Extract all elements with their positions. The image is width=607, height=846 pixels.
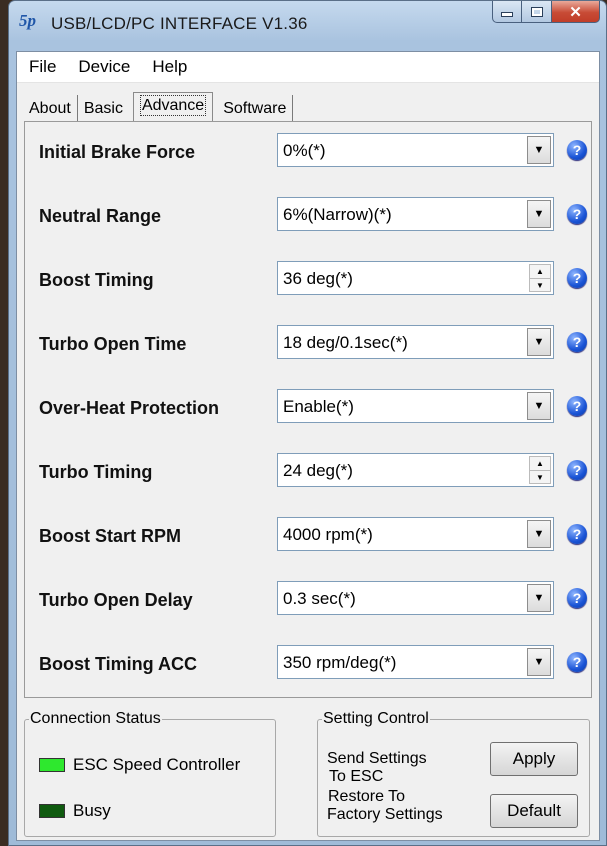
chevron-down-icon[interactable]: ▼ <box>527 584 551 612</box>
setting-row-boost-start-rpm: Boost Start RPM 4000 rpm(*) ▼ ? <box>25 515 591 555</box>
help-icon[interactable]: ? <box>567 524 587 544</box>
turbo-timing-spinner[interactable]: 24 deg(*) ▲ ▼ <box>277 453 554 487</box>
help-icon[interactable]: ? <box>567 268 587 288</box>
help-icon[interactable]: ? <box>567 332 587 352</box>
initial-brake-force-dropdown[interactable]: 0%(*) ▼ <box>277 133 554 167</box>
tab-software[interactable]: Software <box>217 95 294 122</box>
help-icon[interactable]: ? <box>567 204 587 224</box>
minimize-icon <box>501 12 513 17</box>
setting-row-turbo-open-time: Turbo Open Time 18 deg/0.1sec(*) ▼ ? <box>25 323 591 363</box>
dropdown-value: 18 deg/0.1sec(*) <box>283 333 408 352</box>
client-area: File Device Help About Basic Advance Sof… <box>16 51 600 841</box>
maximize-icon <box>530 6 543 17</box>
help-icon[interactable]: ? <box>567 652 587 672</box>
over-heat-protection-dropdown[interactable]: Enable(*) ▼ <box>277 389 554 423</box>
setting-label: Turbo Timing <box>39 462 153 482</box>
dropdown-value: 4000 rpm(*) <box>283 525 373 544</box>
dropdown-value: 0%(*) <box>283 141 326 160</box>
close-icon: ✕ <box>569 3 582 21</box>
default-button[interactable]: Default <box>490 794 578 828</box>
busy-status-label: Busy <box>73 801 111 820</box>
caption-buttons: ✕ <box>492 1 600 23</box>
tab-basic[interactable]: Basic <box>78 95 129 122</box>
spin-up-icon[interactable]: ▲ <box>530 265 550 278</box>
help-icon[interactable]: ? <box>567 140 587 160</box>
setting-row-over-heat-protection: Over-Heat Protection Enable(*) ▼ ? <box>25 387 591 427</box>
spin-up-icon[interactable]: ▲ <box>530 457 550 470</box>
tab-advance-label: Advance <box>139 95 207 116</box>
send-settings-line1: Send Settings <box>327 750 427 767</box>
dropdown-value: 0.3 sec(*) <box>283 589 356 608</box>
chevron-down-icon[interactable]: ▼ <box>527 328 551 356</box>
neutral-range-dropdown[interactable]: 6%(Narrow)(*) ▼ <box>277 197 554 231</box>
setting-row-boost-timing: Boost Timing 36 deg(*) ▲ ▼ ? <box>25 259 591 299</box>
restore-line2: Factory Settings <box>327 806 443 823</box>
menu-device[interactable]: Device <box>66 57 140 77</box>
dropdown-value: 350 rpm/deg(*) <box>283 653 397 672</box>
setting-label: Boost Timing <box>39 270 154 290</box>
restore-factory-text: Restore To Factory Settings <box>327 788 443 824</box>
apply-button[interactable]: Apply <box>490 742 578 776</box>
esc-status-led <box>39 758 65 772</box>
spinner-value: 36 deg(*) <box>283 269 353 288</box>
setting-control-group: Setting Control Send Settings To ESC Res… <box>317 710 590 837</box>
chevron-down-icon[interactable]: ▼ <box>527 200 551 228</box>
send-settings-line2: To ESC <box>329 768 384 785</box>
setting-label: Initial Brake Force <box>39 142 196 162</box>
setting-row-boost-timing-acc: Boost Timing ACC 350 rpm/deg(*) ▼ ? <box>25 643 591 683</box>
setting-label: Turbo Open Time <box>39 334 187 354</box>
turbo-open-delay-dropdown[interactable]: 0.3 sec(*) ▼ <box>277 581 554 615</box>
chevron-down-icon[interactable]: ▼ <box>527 392 551 420</box>
setting-label: Boost Start RPM <box>39 526 182 546</box>
setting-row-turbo-timing: Turbo Timing 24 deg(*) ▲ ▼ ? <box>25 451 591 491</box>
tab-strip: About Basic Advance Software <box>23 88 294 123</box>
app-logo-icon: 5p <box>19 11 36 30</box>
window-title: USB/LCD/PC INTERFACE V1.36 <box>51 14 308 33</box>
close-button[interactable]: ✕ <box>552 1 600 23</box>
group-title: Setting Control <box>323 710 429 727</box>
setting-row-initial-brake-force: Initial Brake Force 0%(*) ▼ ? <box>25 131 591 171</box>
connection-status-group: Connection Status ESC Speed Controller B… <box>24 710 276 837</box>
spin-down-icon[interactable]: ▼ <box>530 470 550 484</box>
boost-timing-spinner[interactable]: 36 deg(*) ▲ ▼ <box>277 261 554 295</box>
send-settings-text: Send Settings To ESC <box>327 750 427 786</box>
busy-status-led <box>39 804 65 818</box>
spin-down-icon[interactable]: ▼ <box>530 278 550 292</box>
help-icon[interactable]: ? <box>567 460 587 480</box>
setting-label: Over-Heat Protection <box>39 398 220 418</box>
restore-line1: Restore To <box>328 788 406 805</box>
app-window: 5p USB/LCD/PC INTERFACE V1.36 ✕ File Dev… <box>8 0 607 846</box>
tab-about[interactable]: About <box>23 95 78 122</box>
setting-label: Turbo Open Delay <box>39 590 193 610</box>
spinner-buttons: ▲ ▼ <box>529 264 551 292</box>
dropdown-value: 6%(Narrow)(*) <box>283 205 392 224</box>
setting-row-turbo-open-delay: Turbo Open Delay 0.3 sec(*) ▼ ? <box>25 579 591 619</box>
help-icon[interactable]: ? <box>567 588 587 608</box>
menu-help[interactable]: Help <box>140 57 197 77</box>
spinner-buttons: ▲ ▼ <box>529 456 551 484</box>
dropdown-value: Enable(*) <box>283 397 354 416</box>
boost-start-rpm-dropdown[interactable]: 4000 rpm(*) ▼ <box>277 517 554 551</box>
setting-label: Neutral Range <box>39 206 162 226</box>
chevron-down-icon[interactable]: ▼ <box>527 648 551 676</box>
group-title: Connection Status <box>30 710 161 727</box>
menu-bar: File Device Help <box>17 52 599 83</box>
setting-label: Boost Timing ACC <box>39 654 197 674</box>
esc-status-label: ESC Speed Controller <box>73 755 241 774</box>
minimize-button[interactable] <box>492 1 522 23</box>
help-icon[interactable]: ? <box>567 396 587 416</box>
turbo-open-time-dropdown[interactable]: 18 deg/0.1sec(*) ▼ <box>277 325 554 359</box>
menu-file[interactable]: File <box>17 57 66 77</box>
advance-settings-panel: Initial Brake Force 0%(*) ▼ ? Neutral Ra… <box>24 121 592 698</box>
chevron-down-icon[interactable]: ▼ <box>527 136 551 164</box>
setting-row-neutral-range: Neutral Range 6%(Narrow)(*) ▼ ? <box>25 195 591 235</box>
boost-timing-acc-dropdown[interactable]: 350 rpm/deg(*) ▼ <box>277 645 554 679</box>
spinner-value: 24 deg(*) <box>283 461 353 480</box>
title-bar[interactable]: 5p USB/LCD/PC INTERFACE V1.36 ✕ <box>9 1 606 51</box>
maximize-button[interactable] <box>522 1 552 23</box>
tab-advance[interactable]: Advance <box>132 92 214 123</box>
chevron-down-icon[interactable]: ▼ <box>527 520 551 548</box>
